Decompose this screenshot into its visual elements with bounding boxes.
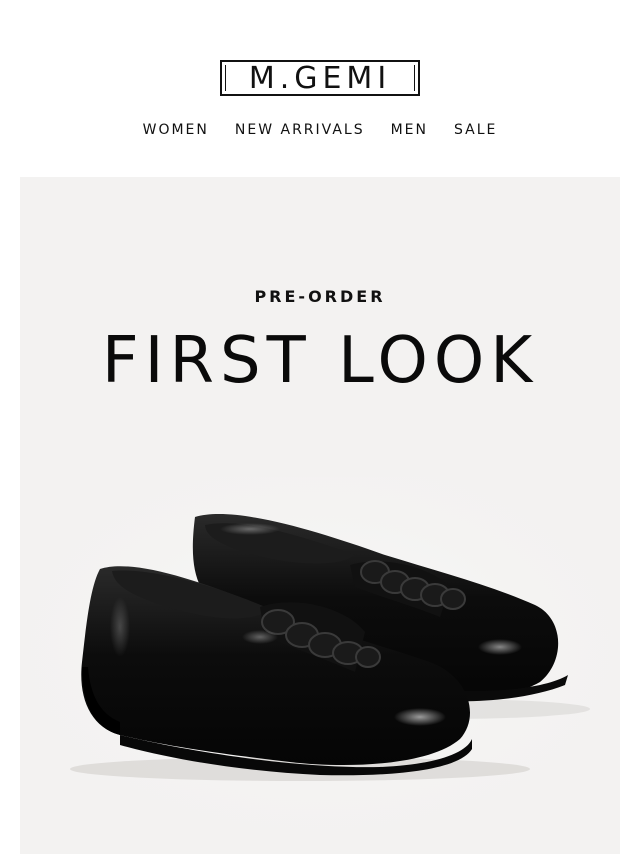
hero-banner[interactable]: PRE-ORDER FIRST LOOK [20, 177, 620, 854]
nav-women[interactable]: WOMEN [143, 122, 209, 138]
brand-logo-text: M.GEMI [248, 61, 392, 96]
nav-men[interactable]: MEN [391, 122, 428, 138]
main-nav: WOMEN NEW ARRIVALS MEN SALE [0, 122, 640, 138]
brand-logo-link[interactable]: M.GEMI [220, 60, 420, 96]
product-image-loafers [20, 477, 620, 854]
hero-eyebrow: PRE-ORDER [254, 287, 386, 306]
hero-title: FIRST LOOK [101, 324, 539, 398]
nav-sale[interactable]: SALE [454, 122, 497, 138]
brand-logo: M.GEMI [220, 60, 420, 96]
nav-new-arrivals[interactable]: NEW ARRIVALS [235, 122, 365, 138]
